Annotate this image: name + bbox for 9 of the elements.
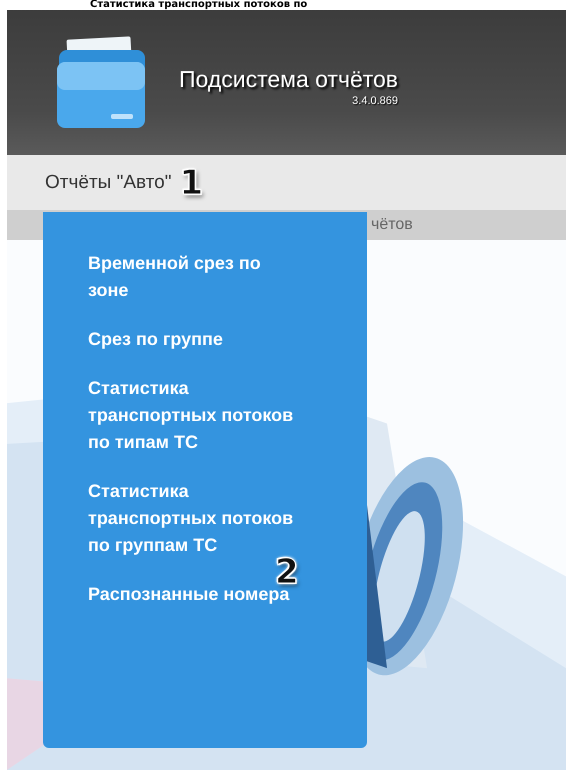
- menu-item[interactable]: Срез по группе: [88, 326, 223, 353]
- menu-item[interactable]: Статистика транспортных потоков по типам ТС: [88, 375, 303, 456]
- subbar-text: чётов: [371, 216, 413, 234]
- app-title: Подсистема отчётов: [179, 66, 398, 93]
- nav-menu-link[interactable]: Отчёты "Авто": [45, 172, 172, 194]
- folder-icon: [55, 36, 147, 130]
- annotation-number: 1: [179, 166, 204, 200]
- version-text: 3.4.0.869: [352, 95, 398, 107]
- menu-item[interactable]: Временной срез по зоне: [88, 250, 303, 304]
